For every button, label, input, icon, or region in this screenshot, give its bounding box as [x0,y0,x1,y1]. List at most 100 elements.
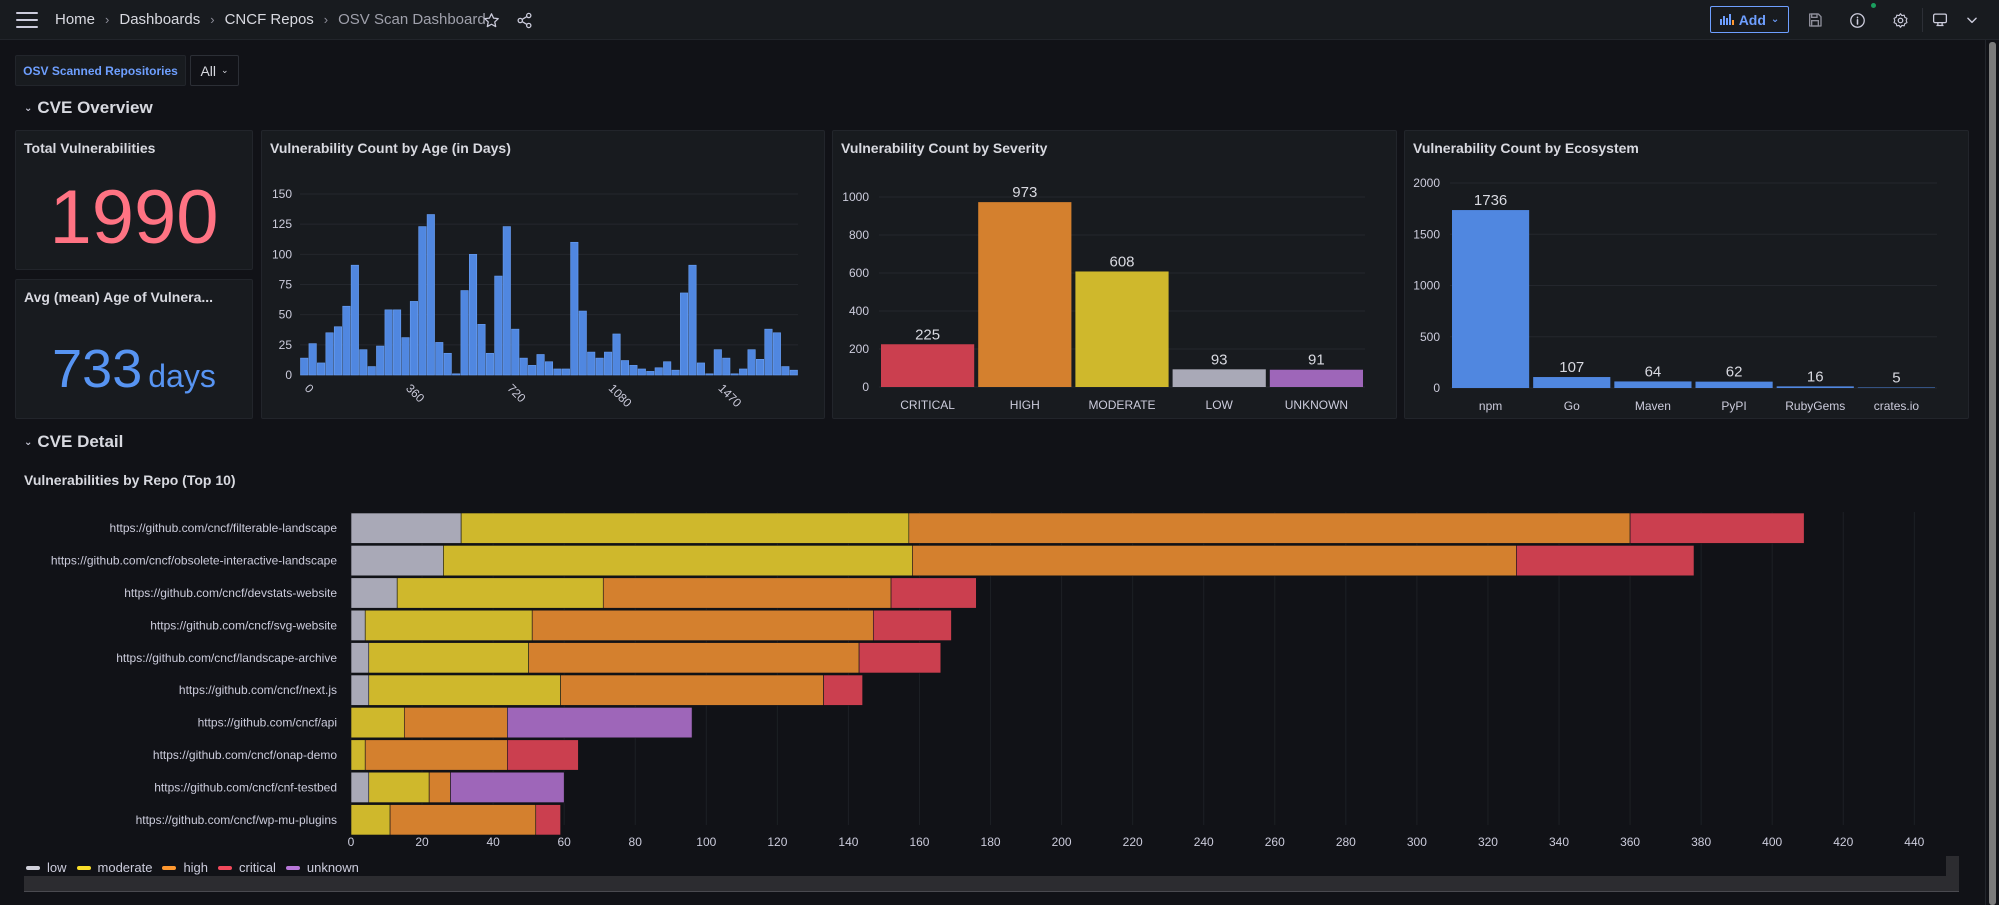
y-tick-label: 0 [862,380,869,394]
legend-item-low[interactable]: low [26,860,67,875]
histogram-bar [612,333,621,376]
x-tick-label: Go [1564,399,1580,413]
y-tick-label: https://github.com/cncf/cnf-testbed [154,780,337,794]
bar-segment-high [602,577,892,609]
x-tick-label: PyPI [1721,399,1746,413]
bar-segment-critical [823,674,863,706]
panel-total-vulnerabilities: Total Vulnerabilities 1990 [15,130,253,270]
info-icon[interactable] [1847,10,1867,30]
bar-segment-low [350,609,366,641]
star-icon[interactable] [481,10,501,30]
legend-label: high [183,860,209,875]
bar-value-label: 225 [915,326,940,343]
legend-item-unknown[interactable]: unknown [285,860,359,875]
y-tick-label: 1500 [1413,227,1440,241]
x-tick-label: Maven [1635,399,1671,413]
breadcrumb-home[interactable]: Home [55,11,95,28]
bar-segment-moderate [368,771,430,803]
row-header-cve-detail[interactable]: ⌄ CVE Detail [24,432,123,452]
chevron-down-icon[interactable] [1962,10,1982,30]
panel-title: Avg (mean) Age of Vulnera... [24,289,214,305]
bar-segment-high [428,771,451,803]
bar-segment-critical [858,642,942,674]
legend-item-moderate[interactable]: moderate [76,860,152,875]
horizontal-scrollbar[interactable] [24,876,1959,892]
gear-icon[interactable] [1890,10,1910,30]
breadcrumb-separator-icon: › [323,12,329,27]
histogram-bar [739,368,748,376]
bar-value-label: 973 [1012,184,1037,201]
stat-value-avg-age: 733 days [16,338,252,400]
histogram-bar [393,309,402,376]
panel-vuln-by-severity: Vulnerability Count by Severity 0 200 400 6… [832,130,1397,419]
x-tick-label: CRITICAL [900,398,955,412]
histogram-bar [494,275,503,376]
variable-select[interactable]: All ⌄ [190,55,239,86]
bar-segment-low [350,577,398,609]
bar [1857,387,1935,388]
scrollbar-end [1946,856,1959,876]
histogram-bar [443,352,452,376]
x-tick-label: npm [1479,399,1502,413]
bar-segment-critical [872,609,952,641]
histogram-bar [646,371,655,376]
bar-value-label: 91 [1308,352,1325,369]
bar-segment-moderate [443,545,913,577]
save-icon[interactable] [1805,10,1825,30]
bar-segment-high [364,739,508,771]
bar [1075,271,1169,387]
toolbar-divider [1922,8,1923,32]
row-title: CVE Overview [37,98,153,117]
bar [1172,369,1266,387]
legend-item-critical[interactable]: critical [218,860,276,875]
x-tick-label: 40 [486,835,500,849]
x-tick-label: 60 [558,835,572,849]
bar-segment-critical [1629,512,1805,544]
y-tick-label: https://github.com/cncf/svg-website [150,618,337,632]
tv-mode-icon[interactable] [1930,10,1950,30]
top-nav-bar: Home › Dashboards › CNCF Repos › OSV Sca… [0,0,1999,40]
x-tick-label: 240 [1194,835,1214,849]
legend-item-high[interactable]: high [162,860,208,875]
histogram-bar [553,368,562,376]
bar [1269,369,1363,387]
y-tick-label: https://github.com/cncf/landscape-archiv… [116,651,337,665]
histogram-bar [620,360,629,376]
chevron-down-icon: ⌄ [221,65,229,75]
histogram-bar [519,357,528,376]
panel-vuln-by-ecosystem: Vulnerability Count by Ecosystem 0 500 100… [1404,130,1969,419]
add-button[interactable]: Add ⌄ [1710,6,1789,33]
share-icon[interactable] [514,10,534,30]
y-tick-label: 400 [849,304,869,318]
breadcrumb-folder[interactable]: CNCF Repos [225,11,314,28]
breadcrumb-separator-icon: › [105,12,110,27]
bar-value-label: 93 [1211,351,1228,368]
bar-segment-low [350,674,370,706]
histogram-bar [561,368,570,376]
histogram-bar [359,349,368,376]
status-indicator [1871,3,1876,8]
y-tick-label: 100 [272,247,292,261]
variable-label: OSV Scanned Repositories [15,55,186,86]
menu-icon[interactable] [16,12,38,28]
histogram-bar [376,345,385,376]
y-tick-label: 600 [849,266,869,280]
panel-title: Vulnerabilities by Repo (Top 10) [24,472,236,488]
histogram-bar [511,328,520,376]
histogram-bar [333,326,343,376]
bar-segment-moderate [350,739,366,771]
bar [1533,377,1611,388]
histogram-bar [595,357,604,376]
y-tick-label: 0 [285,368,292,382]
histogram-bar [705,373,714,376]
bar-value-label: 5 [1892,369,1900,386]
x-tick-label: 140 [838,835,858,849]
bar-value-label: 608 [1109,253,1134,270]
row-header-cve-overview[interactable]: ⌄ CVE Overview [24,98,153,118]
legend-swatch [162,865,177,870]
breadcrumb-dashboards[interactable]: Dashboards [119,11,200,28]
bar-segment-high [531,609,874,641]
histogram-bar [604,351,613,376]
chart-vuln-by-repo: 0 20 40 60 80 100 120 140 160 180 200 220 240 260 280 3… [51,512,1925,849]
page-scrollbar-thumb[interactable] [1989,42,1996,905]
